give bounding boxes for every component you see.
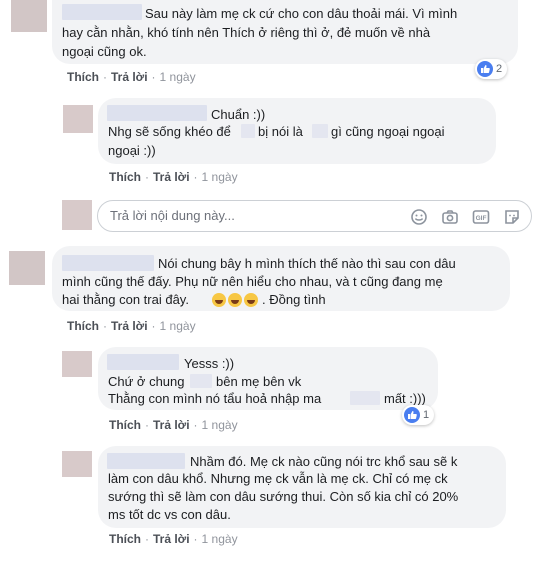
separator: · xyxy=(151,319,156,333)
emoji-icon[interactable] xyxy=(409,207,429,227)
comment-text: hay cằn nhằn, khó tính nên Thích ở riêng… xyxy=(62,25,431,40)
comment-text: mình cũng thế đấy. Phụ nữ nên hiểu cho n… xyxy=(62,274,443,289)
laughing-emoji-icon xyxy=(244,293,258,307)
timestamp[interactable]: 1 ngày xyxy=(202,532,238,546)
comment-bubble: Sau này làm mẹ ck cứ cho con dâu thoải m… xyxy=(52,0,518,64)
timestamp[interactable]: 1 ngày xyxy=(160,319,196,333)
comment-text: Chuẩn :)) xyxy=(211,107,266,122)
timestamp[interactable]: 1 ngày xyxy=(202,418,238,432)
comment-bubble: Chuẩn :)) Nhg sẽ sống khéo để bị nói là … xyxy=(98,98,496,164)
comment-text: . Đồng tình xyxy=(262,292,326,307)
redacted-name xyxy=(107,453,185,469)
comment-text: ms tốt dc vs con dâu. xyxy=(108,507,231,522)
separator: · xyxy=(103,70,107,84)
like-link[interactable]: Thích xyxy=(67,319,99,333)
sticker-icon[interactable] xyxy=(502,207,522,227)
comment-bubble: Nhầm đó. Mẹ ck nào cũng nói trc khổ sau … xyxy=(98,446,506,528)
comment-text: Nói chung bây h mình thích thế nào thì s… xyxy=(158,256,456,271)
comment-actions: Thích · Trả lời · 1 ngày xyxy=(109,532,238,546)
reply-link[interactable]: Trả lời xyxy=(111,319,148,333)
reply-box[interactable]: GIF xyxy=(97,200,532,232)
camera-icon[interactable] xyxy=(440,207,460,227)
svg-text:GIF: GIF xyxy=(476,215,487,222)
separator: · xyxy=(151,70,156,84)
reply-input[interactable] xyxy=(110,208,390,223)
comment-text: gì cũng ngoại ngoại xyxy=(331,124,445,139)
separator: · xyxy=(103,319,107,333)
avatar[interactable] xyxy=(63,105,93,133)
comment-text: bị nói là xyxy=(258,124,303,139)
like-link[interactable]: Thích xyxy=(109,170,141,184)
reaction-count[interactable]: 1 xyxy=(402,405,435,425)
comment-bubble: Yesss :)) Chứ ở chung bên mẹ bên vk Thằn… xyxy=(98,347,438,410)
reaction-count[interactable]: 2 xyxy=(475,59,508,79)
comment-text: ngoại cũng ok. xyxy=(62,44,147,59)
redacted-text xyxy=(190,374,212,388)
separator: · xyxy=(193,170,198,184)
avatar[interactable] xyxy=(62,451,92,477)
avatar xyxy=(62,200,92,230)
reply-link[interactable]: Trả lời xyxy=(153,418,190,432)
redacted-name xyxy=(62,255,154,271)
like-icon xyxy=(404,407,420,423)
redacted-text xyxy=(350,391,380,405)
redacted-name xyxy=(62,4,142,20)
comment-text: hai thằng con trai đây. xyxy=(62,292,189,307)
separator: · xyxy=(193,532,198,546)
separator: · xyxy=(193,418,198,432)
comment-actions: Thích · Trả lời · 1 ngày xyxy=(67,70,196,84)
comment-text: Chứ ở chung xyxy=(108,374,185,389)
avatar[interactable] xyxy=(9,251,45,285)
comment-text: Nhầm đó. Mẹ ck nào cũng nói trc khổ sau … xyxy=(190,454,458,469)
reaction-count-label: 1 xyxy=(423,409,430,421)
comment-actions: Thích · Trả lời · 1 ngày xyxy=(67,319,196,333)
reply-link[interactable]: Trả lời xyxy=(111,70,148,84)
comment-text: ngoại :)) xyxy=(108,143,156,158)
like-link[interactable]: Thích xyxy=(67,70,99,84)
like-icon xyxy=(477,61,493,77)
separator: · xyxy=(145,170,149,184)
separator: · xyxy=(145,532,149,546)
redacted-text xyxy=(312,124,328,138)
reply-link[interactable]: Trả lời xyxy=(153,170,190,184)
like-link[interactable]: Thích xyxy=(109,418,141,432)
comment-actions: Thích · Trả lời · 1 ngày xyxy=(109,418,238,432)
comment-text: sướng thì sẽ làm con dâu sướng thui. Còn… xyxy=(108,489,459,504)
comment-text: làm con dâu khổ. Nhưng mẹ ck vẫn là mẹ c… xyxy=(108,471,448,486)
comment-text: bên mẹ bên vk xyxy=(216,374,302,389)
separator: · xyxy=(145,418,149,432)
timestamp[interactable]: 1 ngày xyxy=(202,170,238,184)
avatar[interactable] xyxy=(62,351,92,377)
laughing-emoji-icon xyxy=(212,293,226,307)
gif-icon[interactable]: GIF xyxy=(471,207,491,227)
laughing-emoji-icons xyxy=(212,293,260,309)
reply-link[interactable]: Trả lời xyxy=(153,532,190,546)
reaction-count-label: 2 xyxy=(496,63,503,75)
comment-actions: Thích · Trả lời · 1 ngày xyxy=(109,170,238,184)
avatar[interactable] xyxy=(11,0,47,32)
comment-text: Sau này làm mẹ ck cứ cho con dâu thoải m… xyxy=(145,6,458,21)
like-link[interactable]: Thích xyxy=(109,532,141,546)
laughing-emoji-icon xyxy=(228,293,242,307)
comment-text: Nhg sẽ sống khéo để xyxy=(108,124,231,139)
comment-bubble: Nói chung bây h mình thích thế nào thì s… xyxy=(52,246,510,311)
timestamp[interactable]: 1 ngày xyxy=(160,70,196,84)
redacted-text xyxy=(241,124,255,138)
comment-text: Yesss :)) xyxy=(184,356,235,371)
redacted-name xyxy=(107,105,207,121)
redacted-name xyxy=(107,354,179,370)
comment-text: Thằng con mình nó tẩu hoả nhập ma xyxy=(108,391,322,406)
